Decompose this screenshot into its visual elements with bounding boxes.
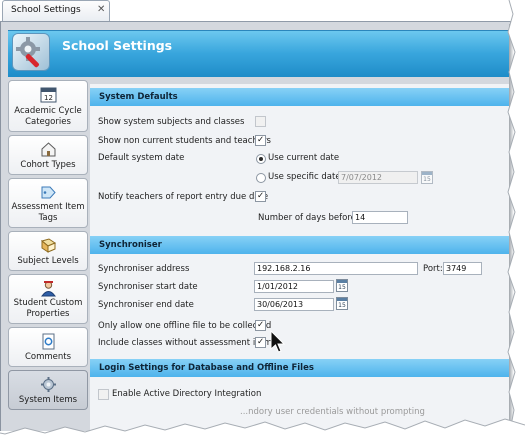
section-title: System Defaults [99, 92, 178, 102]
show-system-subjects-checkbox[interactable] [255, 116, 266, 127]
section-system-defaults: System Defaults [90, 88, 509, 106]
comment-icon [40, 333, 57, 350]
synchroniser-end-field[interactable]: 30/06/2013 [254, 298, 334, 311]
use-current-date-label: Use current date [268, 153, 340, 163]
offline-file-checkbox[interactable]: ✓ [255, 320, 266, 331]
section-login-settings: Login Settings for Database and Offline … [90, 359, 509, 377]
sidebar-item-academic-cycle-categories[interactable]: 12 Academic Cycle Categories [8, 80, 88, 132]
close-icon[interactable]: ✕ [97, 4, 105, 15]
notify-teachers-label: Notify teachers of report entry due date [98, 192, 269, 202]
sidebar-item-label: Subject Levels [17, 256, 79, 266]
calendar-icon[interactable]: 15 [421, 171, 433, 184]
show-non-current-label: Show non current students and teachers [98, 136, 271, 146]
sidebar-item-label: Cohort Types [20, 160, 76, 170]
section-title: Synchroniser [99, 240, 162, 250]
student-icon [40, 280, 57, 297]
calendar-icon[interactable]: 15 [336, 279, 348, 292]
use-specific-date-radio[interactable] [256, 173, 266, 183]
school-settings-tab[interactable]: School Settings ✕ [2, 0, 110, 22]
section-title: Login Settings for Database and Offline … [99, 363, 314, 373]
offline-file-label: Only allow one offline file to be collec… [98, 321, 272, 331]
sidebar-item-comments[interactable]: Comments [8, 327, 88, 367]
show-non-current-checkbox[interactable]: ✓ [255, 135, 266, 146]
mouse-cursor-icon [270, 329, 286, 356]
port-label: Port: [423, 264, 443, 274]
notify-teachers-checkbox[interactable]: ✓ [255, 191, 266, 202]
use-specific-date-label: Use specific date [268, 172, 341, 182]
sidebar-item-label: Academic Cycle Categories [14, 106, 82, 127]
show-system-subjects-label: Show system subjects and classes [98, 117, 245, 127]
specific-date-field[interactable]: 7/07/2012 [338, 171, 418, 184]
default-system-date-label: Default system date [98, 153, 185, 163]
sidebar-item-label: Assessment Item Tags [11, 202, 85, 223]
torn-edge-bottom [0, 418, 525, 435]
book-icon [40, 237, 57, 254]
days-before-label: Number of days before [258, 213, 356, 223]
include-classes-label: Include classes without assessment items [98, 338, 277, 348]
gear-wrench-icon [13, 34, 49, 70]
house-icon [40, 141, 57, 158]
synchroniser-end-label: Synchroniser end date [98, 300, 194, 310]
include-classes-checkbox[interactable]: ✓ [255, 337, 266, 348]
gear-icon [40, 376, 57, 393]
calendar-icon[interactable]: 15 [336, 297, 348, 310]
torn-edge-right [507, 0, 525, 431]
sidebar-item-assessment-item-tags[interactable]: Assessment Item Tags [8, 178, 88, 228]
section-synchroniser: Synchroniser [90, 236, 509, 254]
sidebar-item-cohort-types[interactable]: Cohort Types [8, 135, 88, 175]
sidebar-item-label: Comments [24, 352, 72, 362]
calendar-icon: 12 [40, 86, 57, 103]
use-current-date-radio[interactable] [256, 154, 266, 164]
svg-text:12: 12 [44, 94, 53, 102]
sidebar-item-label: Student Custom Properties [13, 298, 83, 319]
synchroniser-address-field[interactable]: 192.168.2.16 [254, 262, 418, 275]
synchroniser-start-label: Synchroniser start date [98, 282, 198, 292]
page-title: School Settings [62, 38, 173, 53]
port-field[interactable]: 3749 [443, 262, 482, 275]
sidebar-item-subject-levels[interactable]: Subject Levels [8, 231, 88, 271]
tag-icon [40, 184, 57, 201]
sidebar-item-student-custom-properties[interactable]: Student Custom Properties [8, 274, 88, 324]
synchroniser-start-field[interactable]: 1/01/2012 [254, 280, 334, 293]
synchroniser-address-label: Synchroniser address [98, 264, 190, 274]
days-before-field[interactable]: 14 [352, 211, 408, 224]
tab-label: School Settings [11, 5, 81, 15]
